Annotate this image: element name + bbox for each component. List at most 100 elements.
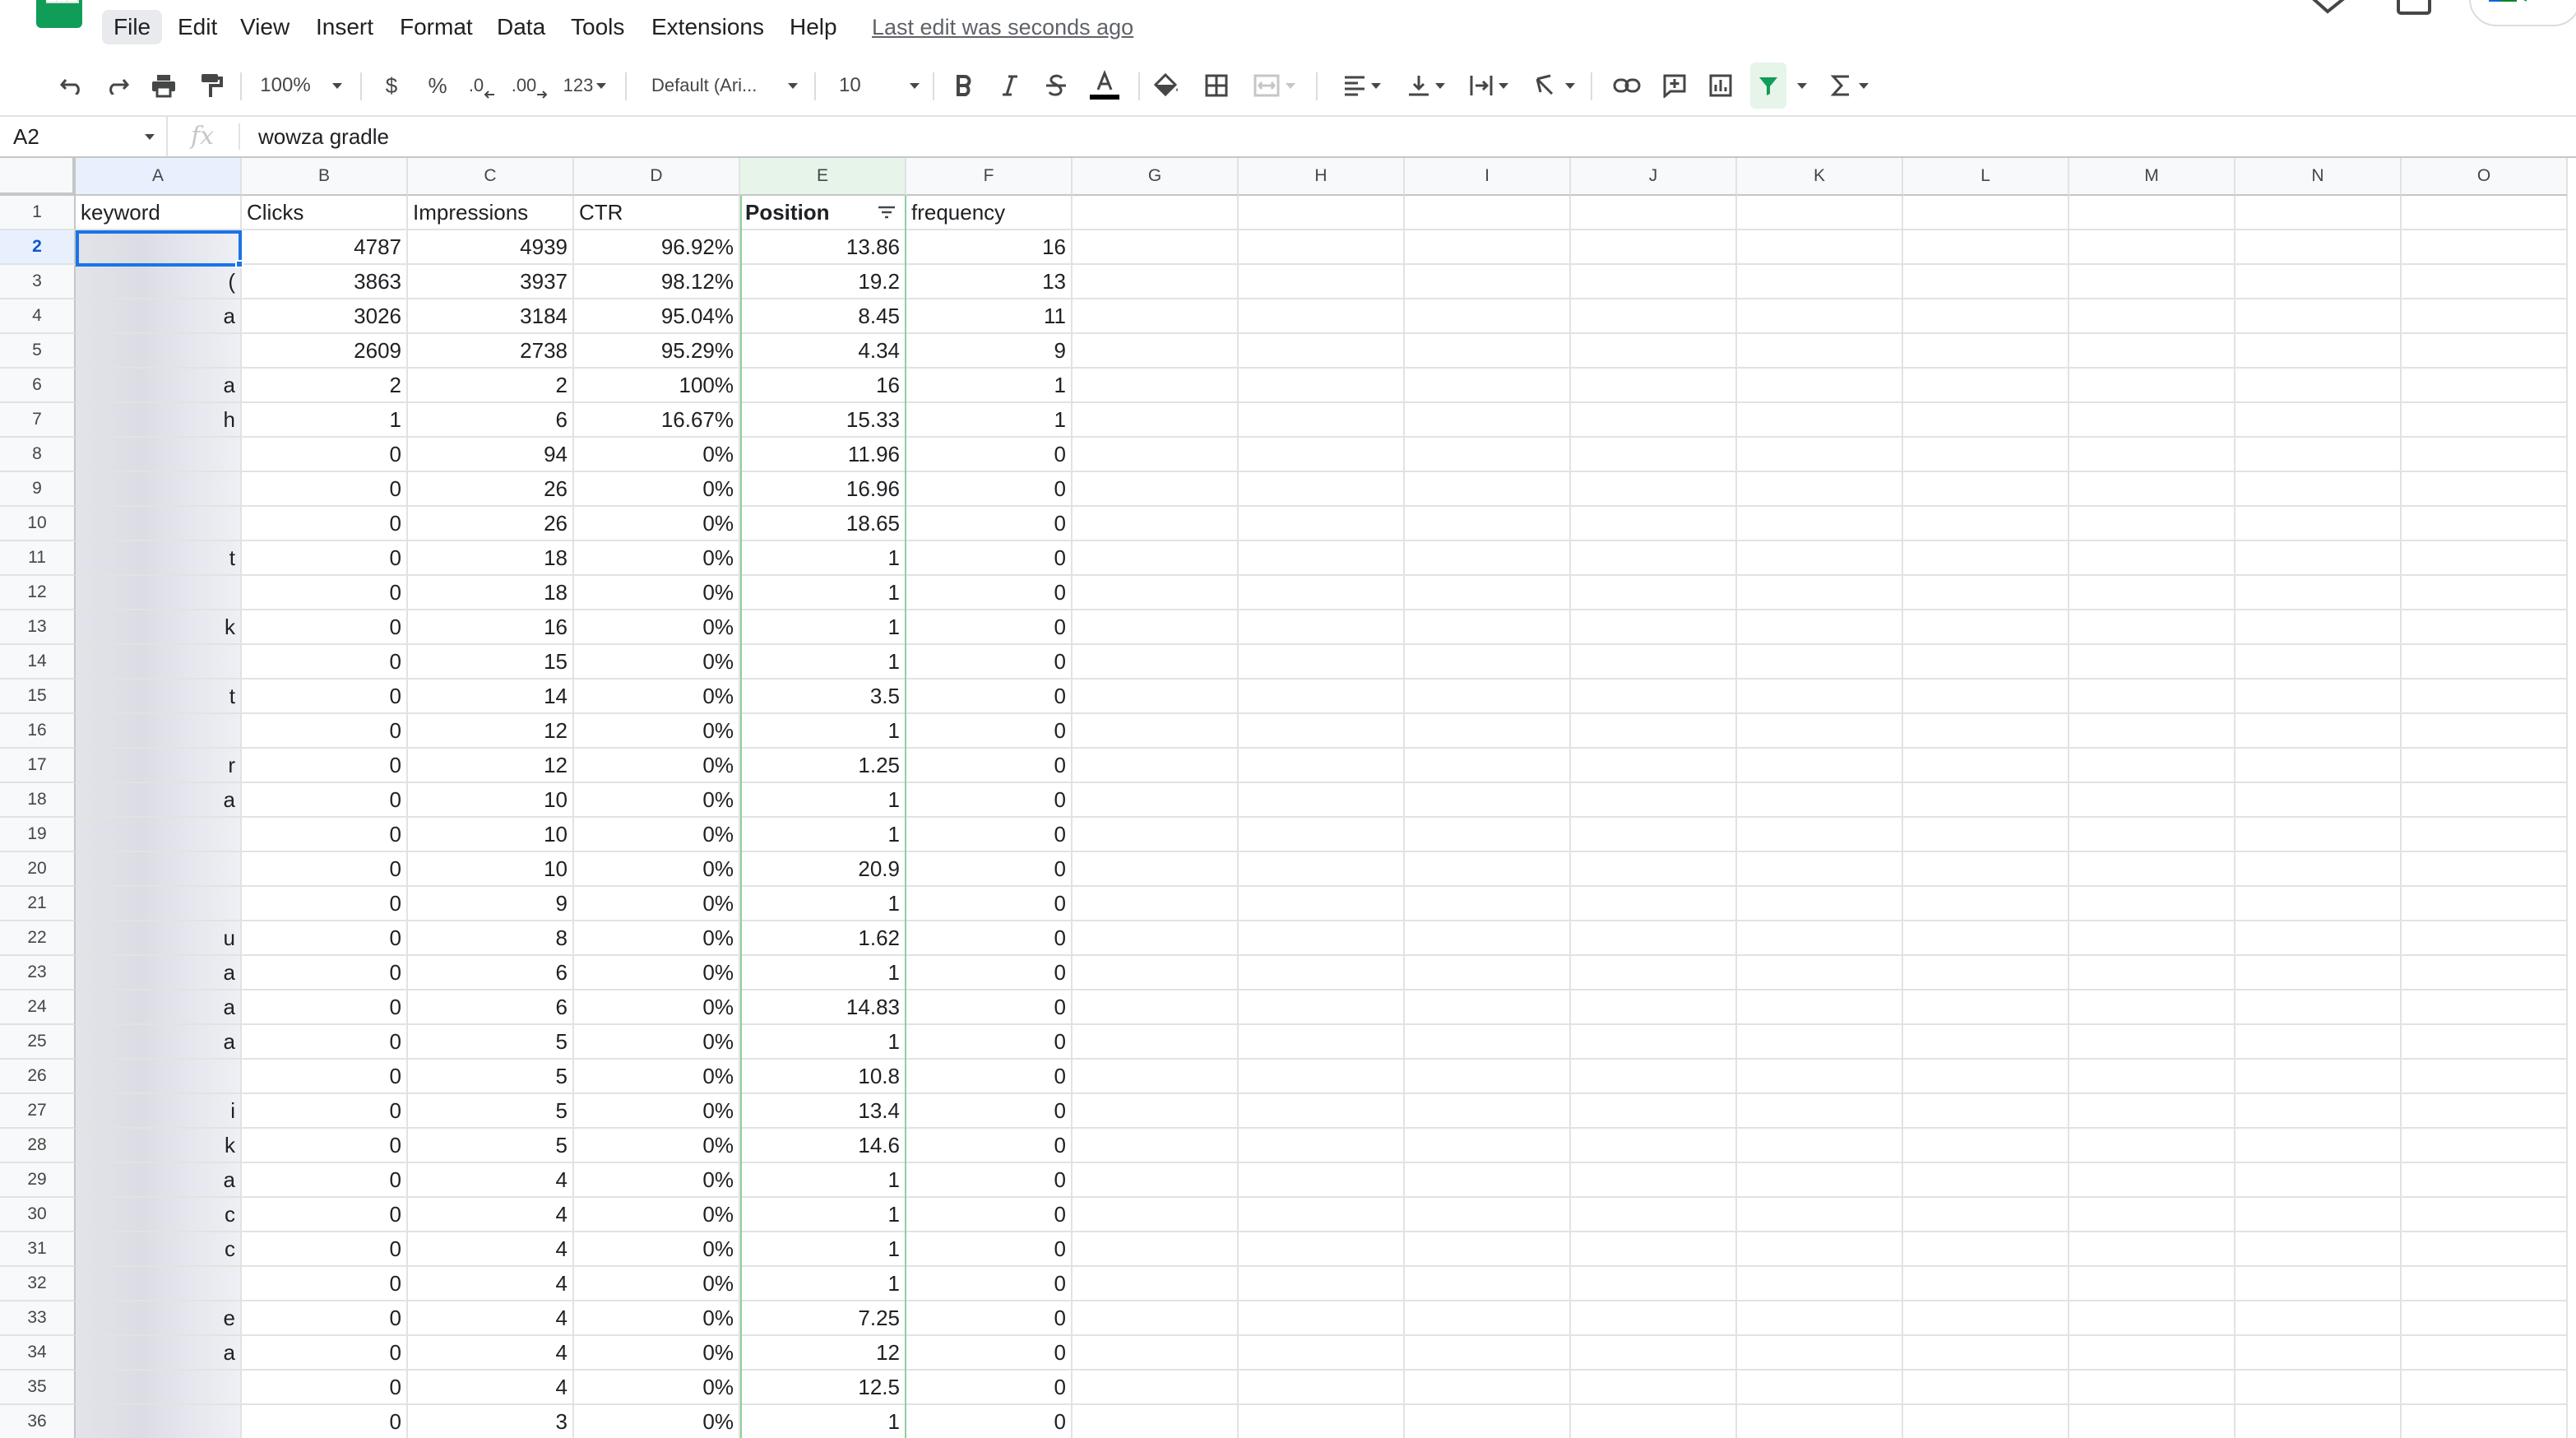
insert-chart-button[interactable]	[1703, 58, 1739, 114]
empty-cell[interactable]	[1405, 921, 1571, 956]
header-cell[interactable]: keyword	[76, 196, 242, 230]
empty-cell[interactable]	[2402, 783, 2568, 818]
empty-cell[interactable]	[1405, 1198, 1571, 1232]
empty-cell[interactable]	[2069, 230, 2235, 265]
empty-cell[interactable]	[1903, 196, 2069, 230]
data-cell[interactable]: 2	[408, 369, 574, 403]
empty-cell[interactable]	[1239, 299, 1405, 334]
empty-cell[interactable]	[2069, 887, 2235, 921]
keyword-cell[interactable]: a	[76, 299, 242, 334]
empty-cell[interactable]	[1903, 369, 2069, 403]
column-header-c[interactable]: C	[408, 158, 574, 196]
keyword-cell[interactable]	[76, 507, 242, 541]
data-cell[interactable]: 0	[906, 852, 1073, 887]
data-cell[interactable]: 0	[906, 1060, 1073, 1094]
data-cell[interactable]: 0	[242, 783, 408, 818]
empty-cell[interactable]	[1405, 1163, 1571, 1198]
empty-cell[interactable]	[2235, 1371, 2402, 1405]
empty-cell[interactable]	[2069, 472, 2235, 507]
empty-cell[interactable]	[1571, 714, 1737, 749]
empty-cell[interactable]	[1571, 1232, 1737, 1267]
data-cell[interactable]: 4.34	[740, 334, 906, 369]
data-cell[interactable]: 0	[906, 541, 1073, 576]
keyword-cell[interactable]	[76, 438, 242, 472]
empty-cell[interactable]	[1405, 265, 1571, 299]
data-cell[interactable]: 0	[906, 1336, 1073, 1371]
data-cell[interactable]: 0	[242, 887, 408, 921]
empty-cell[interactable]	[1073, 1163, 1239, 1198]
empty-cell[interactable]	[2069, 921, 2235, 956]
empty-cell[interactable]	[2402, 196, 2568, 230]
empty-cell[interactable]	[2235, 1094, 2402, 1129]
empty-cell[interactable]	[1737, 334, 1903, 369]
empty-cell[interactable]	[1571, 680, 1737, 714]
empty-cell[interactable]	[1903, 1232, 2069, 1267]
empty-cell[interactable]	[2235, 1301, 2402, 1336]
empty-cell[interactable]	[1903, 403, 2069, 438]
percent-format-button[interactable]: %	[421, 58, 454, 114]
empty-cell[interactable]	[1903, 438, 2069, 472]
empty-cell[interactable]	[2069, 1405, 2235, 1438]
empty-cell[interactable]	[1571, 610, 1737, 645]
redo-button[interactable]	[99, 58, 137, 114]
keyword-cell[interactable]	[76, 334, 242, 369]
data-cell[interactable]: 4	[408, 1163, 574, 1198]
empty-cell[interactable]	[2069, 749, 2235, 783]
keyword-cell[interactable]: a	[76, 990, 242, 1025]
empty-cell[interactable]	[2402, 299, 2568, 334]
empty-cell[interactable]	[1903, 783, 2069, 818]
empty-cell[interactable]	[1239, 1371, 1405, 1405]
data-cell[interactable]: 0%	[574, 1371, 740, 1405]
data-cell[interactable]: 1	[740, 956, 906, 990]
data-cell[interactable]: 0	[242, 1267, 408, 1301]
data-cell[interactable]: 0%	[574, 921, 740, 956]
keyword-cell[interactable]: a	[76, 1336, 242, 1371]
empty-cell[interactable]	[1571, 783, 1737, 818]
insert-comment-button[interactable]	[1656, 58, 1693, 114]
empty-cell[interactable]	[1073, 714, 1239, 749]
data-cell[interactable]: 0	[906, 645, 1073, 680]
data-cell[interactable]: 0	[242, 472, 408, 507]
data-cell[interactable]: 0	[242, 956, 408, 990]
empty-cell[interactable]	[2402, 1371, 2568, 1405]
empty-cell[interactable]	[1405, 749, 1571, 783]
data-cell[interactable]: 10	[408, 852, 574, 887]
empty-cell[interactable]	[1737, 610, 1903, 645]
data-cell[interactable]: 1	[740, 783, 906, 818]
data-cell[interactable]: 0	[242, 1405, 408, 1438]
empty-cell[interactable]	[1737, 576, 1903, 610]
data-cell[interactable]: 2609	[242, 334, 408, 369]
data-cell[interactable]: 0	[906, 990, 1073, 1025]
data-cell[interactable]: 11.96	[740, 438, 906, 472]
data-cell[interactable]: 19.2	[740, 265, 906, 299]
empty-cell[interactable]	[1903, 956, 2069, 990]
empty-cell[interactable]	[2235, 196, 2402, 230]
empty-cell[interactable]	[1073, 230, 1239, 265]
empty-cell[interactable]	[1073, 749, 1239, 783]
keyword-cell[interactable]: k	[76, 1129, 242, 1163]
empty-cell[interactable]	[2235, 1267, 2402, 1301]
data-cell[interactable]: 0%	[574, 749, 740, 783]
empty-cell[interactable]	[1405, 956, 1571, 990]
empty-cell[interactable]	[2402, 576, 2568, 610]
empty-cell[interactable]	[1571, 576, 1737, 610]
keyword-cell[interactable]: (	[76, 265, 242, 299]
data-cell[interactable]: 96.92%	[574, 230, 740, 265]
data-cell[interactable]: 4	[408, 1198, 574, 1232]
data-cell[interactable]: 0	[906, 1232, 1073, 1267]
data-cell[interactable]: 0%	[574, 1025, 740, 1060]
empty-cell[interactable]	[1903, 610, 2069, 645]
empty-cell[interactable]	[1737, 818, 1903, 852]
meet-button[interactable]	[2469, 0, 2576, 26]
data-cell[interactable]: 1.62	[740, 921, 906, 956]
row-header-36[interactable]: 36	[0, 1405, 76, 1438]
empty-cell[interactable]	[2235, 1060, 2402, 1094]
empty-cell[interactable]	[1737, 887, 1903, 921]
empty-cell[interactable]	[1571, 990, 1737, 1025]
keyword-cell[interactable]	[76, 472, 242, 507]
bold-button[interactable]	[947, 58, 980, 114]
data-cell[interactable]: 0%	[574, 1198, 740, 1232]
empty-cell[interactable]	[1405, 680, 1571, 714]
empty-cell[interactable]	[1073, 334, 1239, 369]
empty-cell[interactable]	[1239, 1129, 1405, 1163]
